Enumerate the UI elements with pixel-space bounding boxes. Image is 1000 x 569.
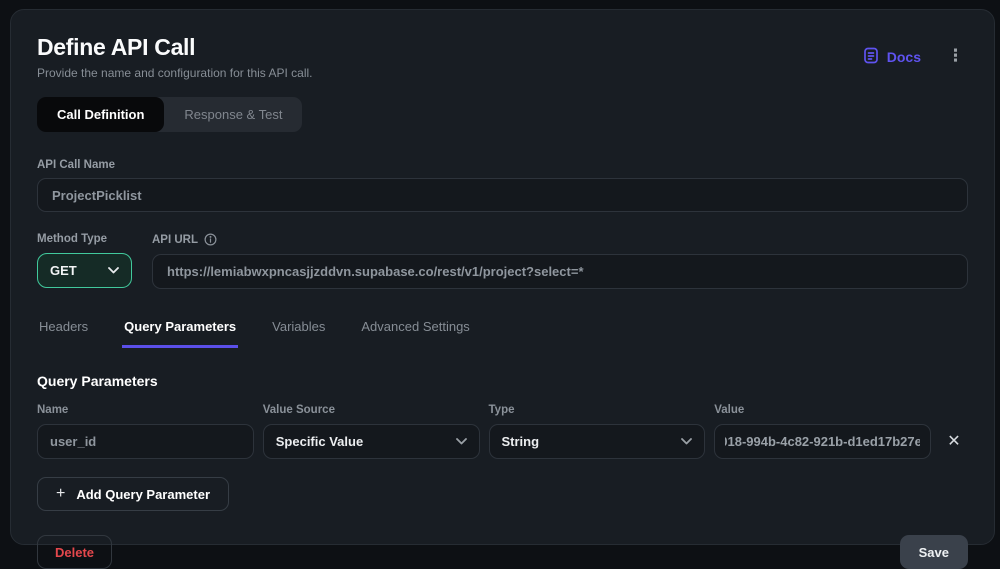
docs-icon (863, 47, 879, 67)
param-value-text: 018-994b-4c82-921b-d1ed17b27efe (725, 434, 920, 449)
param-type-select[interactable]: String (489, 424, 706, 459)
method-type-select[interactable]: GET (37, 253, 132, 288)
param-name-input[interactable] (37, 424, 254, 459)
tab-call-definition[interactable]: Call Definition (37, 97, 164, 132)
column-header-value-source: Value Source (263, 404, 480, 416)
remove-parameter-icon[interactable]: ✕ (943, 430, 964, 454)
kebab-menu-icon[interactable]: ⋮ (943, 46, 968, 67)
panel-footer: Delete Save (37, 535, 968, 569)
param-value-source-select[interactable]: Specific Value (263, 424, 480, 459)
tab-advanced-settings[interactable]: Advanced Settings (359, 319, 471, 348)
header-actions: Docs ⋮ (863, 46, 968, 67)
page-title: Define API Call (37, 34, 313, 61)
info-icon[interactable] (204, 233, 217, 246)
api-url-label: API URL (152, 234, 198, 246)
api-url-label-row: API URL (152, 233, 968, 246)
delete-button[interactable]: Delete (37, 535, 112, 569)
view-tabs: Call Definition Response & Test (37, 97, 302, 132)
api-url-field: API URL (152, 233, 968, 289)
docs-label: Docs (887, 49, 921, 65)
method-type-label: Method Type (37, 233, 132, 245)
method-type-value: GET (50, 263, 77, 278)
query-parameters-heading: Query Parameters (37, 373, 968, 389)
column-header-name: Name (37, 404, 254, 416)
param-value-input[interactable]: 018-994b-4c82-921b-d1ed17b27efe (714, 424, 931, 459)
column-header-value: Value (714, 404, 931, 416)
chevron-down-icon (456, 438, 467, 445)
param-type-value: String (502, 434, 540, 449)
tab-response-test[interactable]: Response & Test (164, 97, 302, 132)
plus-icon: + (56, 485, 65, 503)
query-parameters-grid: Name Value Source Type Value Specific Va… (37, 404, 968, 459)
tab-headers[interactable]: Headers (37, 319, 90, 348)
tab-variables[interactable]: Variables (270, 319, 327, 348)
section-tabs: Headers Query Parameters Variables Advan… (37, 319, 968, 348)
param-value-clip: 018-994b-4c82-921b-d1ed17b27efe (725, 433, 920, 451)
method-type-field: Method Type GET (37, 233, 132, 289)
header-titles: Define API Call Provide the name and con… (37, 24, 313, 80)
api-call-name-label: API Call Name (37, 159, 968, 171)
api-call-name-input[interactable] (37, 178, 968, 212)
docs-button[interactable]: Docs (863, 47, 921, 67)
column-header-type: Type (489, 404, 706, 416)
define-api-call-panel: Define API Call Provide the name and con… (10, 9, 995, 545)
method-url-row: Method Type GET API URL (37, 233, 968, 289)
param-value-source-value: Specific Value (276, 434, 363, 449)
api-url-input[interactable] (152, 254, 968, 289)
chevron-down-icon (108, 267, 119, 274)
save-button[interactable]: Save (900, 535, 968, 569)
api-call-name-field: API Call Name (37, 159, 968, 212)
panel-header: Define API Call Provide the name and con… (37, 24, 968, 80)
add-query-parameter-label: Add Query Parameter (76, 487, 210, 502)
tab-query-parameters[interactable]: Query Parameters (122, 319, 238, 348)
chevron-down-icon (681, 438, 692, 445)
page-subtitle: Provide the name and configuration for t… (37, 66, 313, 80)
add-query-parameter-button[interactable]: + Add Query Parameter (37, 477, 229, 511)
